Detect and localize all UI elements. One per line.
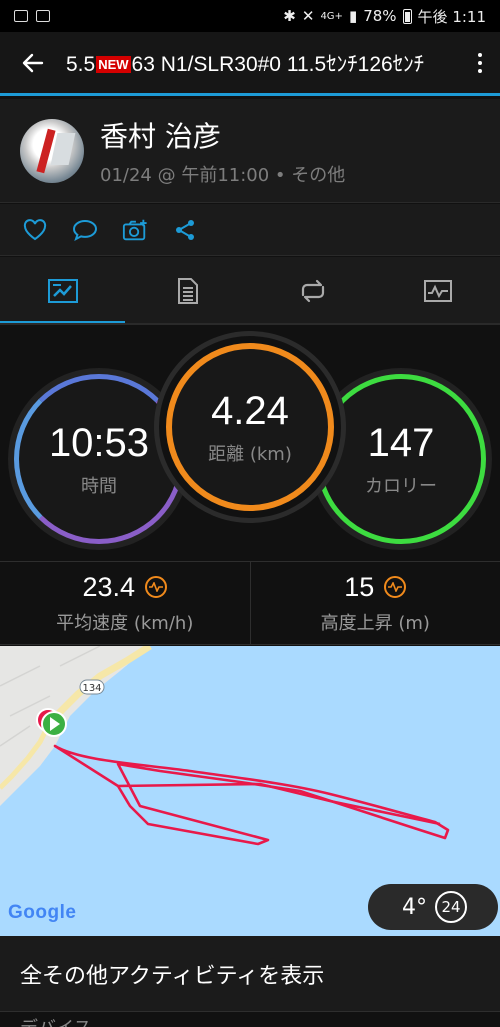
device-section-header: デバイス — [20, 1014, 91, 1027]
avg-speed-label: 平均速度 (km/h) — [56, 612, 194, 634]
share-icon — [176, 219, 194, 240]
network-type: 4G+ — [320, 10, 343, 22]
comment-button[interactable] — [72, 217, 98, 243]
activity-meta: 01/24 @ 午前11:00 • その他 — [100, 164, 346, 186]
chart-icon — [423, 280, 452, 302]
route-map[interactable]: 134 Google 4° 24 — [0, 646, 500, 936]
distance-value: 4.24 — [211, 388, 289, 433]
time-value: 10:53 — [48, 420, 150, 465]
clock: 午後 1:11 — [417, 7, 486, 26]
like-button[interactable] — [22, 217, 48, 243]
google-attribution: Google — [8, 902, 76, 924]
time-label: 時間 — [81, 475, 117, 497]
summary-stats: 10:53 時間 147 カロリー 4.24 距離 (km) — [0, 325, 500, 561]
app-bar: 5.5 NEW 63 N1/SLR30#0 11.5ｾﾝﾁ126ｾﾝﾁ — [0, 32, 500, 96]
weather-badge[interactable]: 4° 24 — [368, 884, 498, 930]
gallery-icon — [14, 10, 28, 22]
more-options-button[interactable] — [460, 52, 500, 73]
back-arrow-icon — [22, 53, 44, 72]
mute-icon: ✕ — [301, 7, 315, 25]
new-badge: NEW — [96, 55, 131, 73]
share-button[interactable] — [172, 217, 198, 243]
user-name[interactable]: 香村 治彦 — [100, 115, 345, 155]
dot-icon — [478, 60, 482, 65]
tab-charts[interactable] — [375, 257, 500, 325]
title-suffix: 63 N1/SLR30#0 11.5ｾﾝﾁ126ｾﾝﾁ — [131, 52, 425, 76]
calories-value: 147 — [367, 420, 435, 465]
dot-icon — [478, 68, 482, 73]
metrics-row: 23.4 平均速度 (km/h) 15 高度上昇 (m) — [0, 561, 500, 645]
title-prefix: 5.5 — [66, 52, 96, 76]
laps-loop-icon — [301, 279, 324, 303]
google-logo-text: Google — [8, 902, 77, 923]
back-button[interactable] — [0, 31, 66, 95]
pulse-icon — [145, 576, 168, 598]
show-all-activities-label: 全その他アクティビティを表示 — [20, 963, 325, 989]
avg-speed-metric[interactable]: 23.4 平均速度 (km/h) — [0, 562, 250, 644]
time-ring: 10:53 時間 — [14, 374, 184, 544]
distance-ring: 4.24 距離 (km) — [166, 343, 334, 511]
pulse-icon — [384, 576, 407, 598]
add-photo-button[interactable] — [122, 217, 148, 243]
battery-percent: 78% — [363, 7, 397, 25]
status-bar: ✱ ✕ 4G+ ▮ 78% 午後 1:11 — [0, 0, 500, 32]
tab-overview[interactable] — [0, 257, 125, 325]
activity-title: 5.5 NEW 63 N1/SLR30#0 11.5ｾﾝﾁ126ｾﾝﾁ — [66, 48, 460, 78]
tab-stats[interactable] — [125, 257, 250, 325]
elevation-gain-metric[interactable]: 15 高度上昇 (m) — [249, 562, 500, 644]
bluetooth-icon: ✱ — [283, 7, 296, 25]
camera-plus-icon — [122, 219, 147, 240]
dot-icon — [478, 52, 482, 57]
show-all-activities-button[interactable]: 全その他アクティビティを表示 — [0, 936, 500, 1012]
elevation-gain-label: 高度上昇 (m) — [320, 612, 430, 634]
tab-laps[interactable] — [250, 257, 375, 325]
avg-speed-value: 23.4 — [82, 571, 136, 602]
comment-icon — [72, 219, 98, 241]
overview-icon — [47, 279, 78, 303]
road-shield-label: 134 — [82, 683, 101, 694]
notification-icon — [36, 10, 50, 22]
social-actions — [0, 204, 500, 256]
heart-icon — [23, 218, 47, 240]
route-line-return — [117, 782, 441, 826]
route-line — [53, 744, 450, 846]
signal-icon: ▮ — [348, 7, 358, 25]
calories-label: カロリー — [365, 475, 437, 497]
temperature: 4° — [402, 894, 427, 920]
stats-document-icon — [177, 278, 198, 304]
calories-ring: 147 カロリー — [316, 374, 486, 544]
elevation-gain-value: 15 — [344, 571, 375, 602]
wind-speed: 24 — [435, 891, 467, 923]
activity-header: 香村 治彦 01/24 @ 午前11:00 • その他 — [0, 99, 500, 203]
distance-label: 距離 (km) — [208, 443, 292, 465]
activity-tabs — [0, 257, 500, 325]
battery-icon — [402, 8, 412, 24]
avatar[interactable] — [20, 118, 84, 183]
